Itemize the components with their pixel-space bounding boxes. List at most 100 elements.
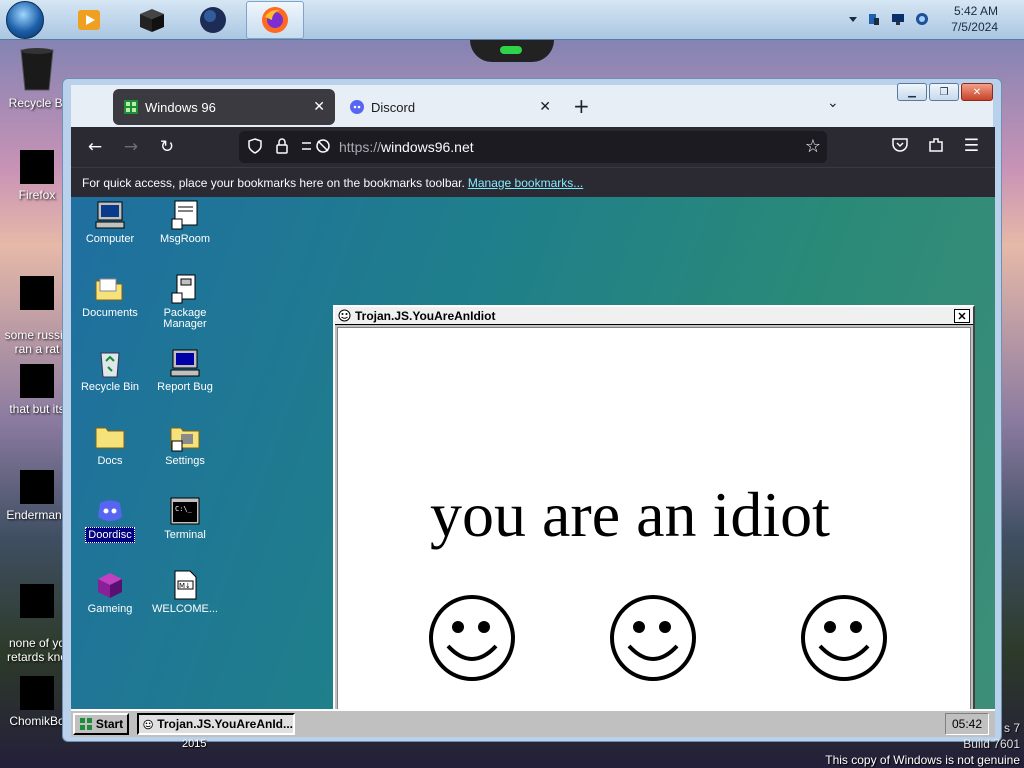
clock-date: 7/5/2024 xyxy=(951,20,998,34)
computer-icon xyxy=(95,201,125,229)
minimize-button[interactable]: ▁ xyxy=(897,83,927,101)
tab-label: Windows 96 xyxy=(145,99,216,115)
windows96-favicon-icon xyxy=(124,100,138,114)
forward-icon[interactable]: → xyxy=(113,129,149,165)
start-label: Start xyxy=(95,717,124,731)
network-icon[interactable] xyxy=(867,12,881,26)
svg-text:C:\_: C:\_ xyxy=(175,505,193,513)
w96-icon-package-manager[interactable]: Package Manager xyxy=(148,273,222,330)
w96-icon-label: Documents xyxy=(82,307,138,319)
watermark-genuine: This copy of Windows is not genuine xyxy=(825,753,1020,767)
desktop-year-label: 2015 xyxy=(182,738,207,750)
host-icon-label: Recycle Bi xyxy=(8,96,66,110)
menu-icon[interactable]: ☰ xyxy=(964,136,979,156)
reload-icon[interactable]: ↻ xyxy=(149,129,185,165)
trojan-window: Trojan.JS.YouAreAnIdiot ✕ you are an idi… xyxy=(333,305,975,709)
window-controls: ▁ ❐ ✕ xyxy=(897,83,993,103)
restore-button[interactable]: ❐ xyxy=(929,83,959,101)
url-bar[interactable]: https://windows96.net ☆ xyxy=(239,131,827,163)
w96-start-button[interactable]: Start xyxy=(73,713,129,735)
folder-open-icon xyxy=(95,278,123,301)
close-window-button[interactable]: ✕ xyxy=(961,83,993,101)
web-content: Computer Documents Recycle Bin Docs Door… xyxy=(71,197,995,709)
host-icon-label: ChomikBo xyxy=(9,714,65,728)
tab-windows96[interactable]: Windows 96 ✕ xyxy=(113,89,335,125)
w96-icon-gameing[interactable]: Gameing xyxy=(73,569,147,615)
bookmark-star-icon[interactable]: ☆ xyxy=(805,136,821,157)
recycle-bin-icon xyxy=(20,48,54,91)
new-tab-icon[interactable]: + xyxy=(573,94,590,118)
svg-text:M↓: M↓ xyxy=(179,582,191,590)
monitor-icon[interactable] xyxy=(891,12,905,26)
firefox-taskbar-button[interactable] xyxy=(246,1,304,39)
list-tabs-icon[interactable]: ⌄ xyxy=(827,95,839,111)
folder-icon xyxy=(95,427,125,449)
smiley-face-icon xyxy=(801,595,887,681)
back-icon[interactable]: ← xyxy=(77,129,113,165)
w96-icon-doordisc[interactable]: Doordisc xyxy=(73,495,147,543)
discord-icon xyxy=(98,500,122,521)
media-player-icon xyxy=(78,10,100,30)
browser-window: Windows 96 ✕ Discord ✕ + ⌄ ▁ ❐ ✕ ← → ↻ h… xyxy=(62,78,1002,742)
trojan-content: you are an idiot xyxy=(337,327,971,709)
app-icon xyxy=(20,584,54,618)
manage-bookmarks-link[interactable]: Manage bookmarks... xyxy=(468,176,583,190)
markdown-file-icon: M↓ xyxy=(174,570,197,600)
w96-icon-msgroom[interactable]: MsgRoom xyxy=(148,199,222,245)
extensions-icon[interactable] xyxy=(927,136,945,157)
box-app-button[interactable] xyxy=(122,1,180,39)
tab-bar: Windows 96 ✕ Discord ✕ + ⌄ xyxy=(71,85,993,127)
w96-icon-welcome[interactable]: M↓ WELCOME... xyxy=(148,569,222,615)
volume-icon[interactable] xyxy=(915,12,929,26)
app-icon xyxy=(20,470,54,504)
game-cube-icon xyxy=(98,573,122,598)
discord-favicon-icon xyxy=(350,100,364,114)
w96-icon-computer[interactable]: Computer xyxy=(73,199,147,245)
app-icon xyxy=(20,676,54,710)
pocket-icon[interactable] xyxy=(891,136,909,157)
restore-icon: ❐ xyxy=(939,86,949,98)
smiley-icon xyxy=(143,719,153,729)
w96-icon-documents[interactable]: Documents xyxy=(73,273,147,319)
close-icon: ✕ xyxy=(972,86,982,98)
close-tab-icon[interactable]: ✕ xyxy=(539,98,551,115)
w96-icon-label: Recycle Bin xyxy=(80,381,140,393)
permissions-icon[interactable] xyxy=(301,138,331,157)
w96-icon-recycle-bin[interactable]: Recycle Bin xyxy=(73,347,147,393)
host-clock[interactable]: 5:42 AM 7/5/2024 xyxy=(951,3,998,35)
smiley-face-icon xyxy=(429,595,515,681)
minimize-icon: ▁ xyxy=(908,86,916,98)
trojan-title: Trojan.JS.YouAreAnIdiot xyxy=(355,308,496,323)
w96-icon-label: WELCOME... xyxy=(151,603,218,615)
globe-app-button[interactable] xyxy=(184,1,242,39)
w96-icon-label: Doordisc xyxy=(85,527,135,543)
smiley-icon xyxy=(338,309,351,322)
nav-toolbar: ← → ↻ https://windows96.net ☆ ☰ xyxy=(71,127,995,167)
media-player-button[interactable] xyxy=(60,1,118,39)
w96-task-trojan[interactable]: Trojan.JS.YouAreAnId... xyxy=(137,713,295,735)
firefox-icon xyxy=(262,7,288,33)
host-icon-label: none of yo retards kno xyxy=(6,636,68,664)
clock-time: 5:42 AM xyxy=(953,4,998,18)
w96-icon-label: Gameing xyxy=(87,603,133,615)
close-tab-icon[interactable]: ✕ xyxy=(313,98,325,115)
w96-icon-report-bug[interactable]: Report Bug xyxy=(148,347,222,393)
package-manager-icon xyxy=(171,274,196,304)
idiot-message: you are an idiot xyxy=(430,479,830,550)
close-icon[interactable]: ✕ xyxy=(954,309,970,323)
report-bug-icon xyxy=(170,349,200,377)
lock-icon[interactable] xyxy=(275,137,289,157)
globe-app-icon xyxy=(200,7,226,33)
dock-handle[interactable] xyxy=(470,40,554,62)
trojan-titlebar[interactable]: Trojan.JS.YouAreAnIdiot ✕ xyxy=(335,307,973,325)
watermark-build: Build 7601 xyxy=(963,737,1020,751)
tab-discord[interactable]: Discord ✕ xyxy=(339,89,561,125)
host-icon-label: Endermanc xyxy=(6,508,68,522)
shield-icon[interactable] xyxy=(247,137,263,157)
url-text[interactable]: https://windows96.net xyxy=(339,139,474,155)
tray-expand-icon[interactable] xyxy=(846,12,860,26)
w96-icon-terminal[interactable]: C:\_ Terminal xyxy=(148,495,222,541)
w96-icon-settings[interactable]: Settings xyxy=(148,421,222,467)
w96-icon-docs[interactable]: Docs xyxy=(73,421,147,467)
start-orb[interactable] xyxy=(6,1,44,39)
